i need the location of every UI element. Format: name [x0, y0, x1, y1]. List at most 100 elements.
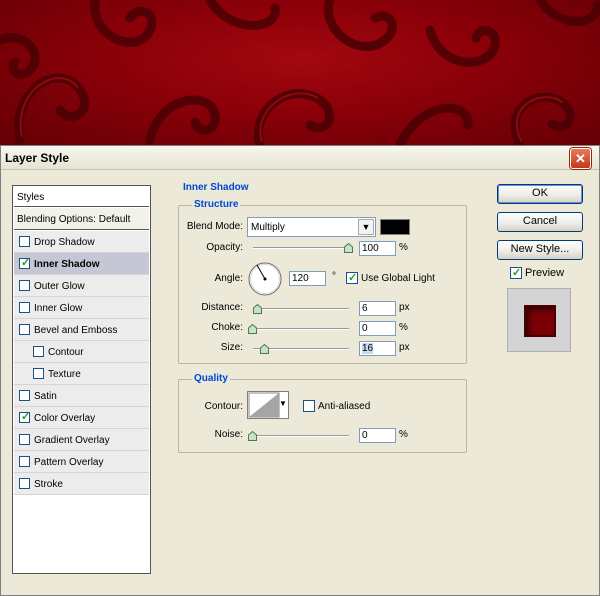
style-item-label: Satin: [34, 391, 57, 402]
style-item-checkbox[interactable]: [19, 302, 30, 313]
angle-dial[interactable]: [247, 261, 283, 297]
use-global-light-label: Use Global Light: [361, 273, 435, 284]
style-item-label: Gradient Overlay: [34, 435, 110, 446]
style-item-label: Inner Shadow: [34, 259, 100, 270]
noise-slider-track[interactable]: [253, 435, 349, 437]
noise-unit: %: [399, 429, 408, 440]
ok-button[interactable]: OK: [497, 184, 583, 204]
checkmark-icon: ✓: [21, 257, 31, 269]
anti-aliased-checkbox[interactable]: [303, 400, 315, 412]
style-item-checkbox[interactable]: [19, 236, 30, 247]
size-input-value: 16: [362, 343, 374, 354]
style-item-checkbox[interactable]: ✓: [19, 411, 31, 423]
cancel-button[interactable]: Cancel: [497, 212, 583, 232]
style-item-label: Texture: [48, 369, 81, 380]
style-item-satin[interactable]: Satin: [14, 385, 149, 407]
style-preview-thumbnail: [507, 288, 571, 352]
style-item-checkbox[interactable]: [19, 390, 30, 401]
preview-checkbox[interactable]: ✓: [510, 267, 522, 279]
angle-input[interactable]: 120: [289, 271, 326, 286]
choke-input[interactable]: 0: [359, 321, 396, 336]
size-slider-thumb[interactable]: [260, 344, 269, 354]
style-item-inner-glow[interactable]: Inner Glow: [14, 297, 149, 319]
style-item-inner-shadow[interactable]: ✓ Inner Shadow: [14, 253, 149, 275]
shadow-color-swatch[interactable]: [380, 219, 410, 235]
choke-label: Choke:: [211, 322, 243, 333]
contour-label: Contour:: [204, 401, 243, 412]
style-item-checkbox[interactable]: [33, 346, 44, 357]
swirl-pattern-decoration: [0, 0, 600, 145]
choke-unit: %: [399, 322, 408, 333]
style-item-checkbox[interactable]: [19, 280, 30, 291]
style-item-label: Pattern Overlay: [34, 457, 104, 468]
style-item-checkbox[interactable]: [19, 456, 30, 467]
styles-header[interactable]: Styles: [14, 187, 149, 207]
close-icon[interactable]: ✕: [570, 148, 591, 169]
style-item-checkbox[interactable]: [19, 324, 30, 335]
size-label: Size:: [220, 342, 243, 353]
blending-options-label: Blending Options: Default: [17, 214, 131, 225]
new-style-button[interactable]: New Style...: [497, 240, 583, 260]
distance-slider-thumb[interactable]: [253, 304, 262, 314]
structure-legend: Structure: [192, 199, 241, 210]
style-item-label: Drop Shadow: [34, 237, 95, 248]
styles-header-label: Styles: [17, 192, 45, 203]
contour-dropdown-arrow-icon: ▼: [279, 399, 287, 408]
quality-legend: Quality: [192, 373, 230, 384]
section-title-inner-shadow: Inner Shadow: [181, 182, 251, 193]
distance-unit: px: [399, 302, 410, 313]
blend-mode-value: Multiply: [251, 222, 285, 233]
style-item-label: Bevel and Emboss: [34, 325, 118, 336]
preview-swatch: [524, 305, 556, 337]
quality-group: [178, 379, 467, 453]
style-item-label: Outer Glow: [34, 281, 85, 292]
checkmark-icon: ✓: [512, 267, 522, 279]
chevron-down-icon: ▼: [358, 219, 374, 235]
style-item-checkbox[interactable]: ✓: [19, 257, 31, 269]
contour-picker[interactable]: ▼: [247, 391, 289, 419]
noise-input[interactable]: 0: [359, 428, 396, 443]
opacity-slider-track[interactable]: [253, 247, 349, 249]
style-item-pattern-overlay[interactable]: Pattern Overlay: [14, 451, 149, 473]
size-input[interactable]: 16: [359, 341, 396, 356]
anti-aliased-label: Anti-aliased: [318, 401, 371, 412]
layer-style-dialog: Layer Style ✕ Styles Blending Options: D…: [0, 145, 600, 596]
title-bar[interactable]: Layer Style ✕: [1, 146, 599, 170]
style-item-label: Contour: [48, 347, 84, 358]
noise-slider-thumb[interactable]: [248, 431, 257, 441]
style-item-label: Inner Glow: [34, 303, 83, 314]
style-item-outer-glow[interactable]: Outer Glow: [14, 275, 149, 297]
distance-label: Distance:: [201, 302, 243, 313]
blend-mode-label: Blend Mode:: [186, 221, 243, 232]
checkmark-icon: ✓: [21, 411, 31, 423]
style-item-drop-shadow[interactable]: Drop Shadow: [14, 231, 149, 253]
distance-slider-track[interactable]: [253, 308, 349, 310]
style-item-checkbox[interactable]: [33, 368, 44, 379]
distance-input[interactable]: 6: [359, 301, 396, 316]
opacity-input[interactable]: 100: [359, 241, 396, 256]
style-item-label: Stroke: [34, 479, 63, 490]
style-item-checkbox[interactable]: [19, 478, 30, 489]
size-unit: px: [399, 342, 410, 353]
use-global-light-checkbox[interactable]: ✓: [346, 272, 358, 284]
styles-list-panel: Styles Blending Options: Default Drop Sh…: [12, 185, 151, 574]
angle-unit: °: [332, 271, 336, 282]
opacity-slider-thumb[interactable]: [344, 243, 353, 253]
blend-mode-select[interactable]: Multiply ▼: [247, 217, 376, 237]
style-item-contour[interactable]: Contour: [14, 341, 149, 363]
choke-slider-thumb[interactable]: [248, 324, 257, 334]
style-item-texture[interactable]: Texture: [14, 363, 149, 385]
blending-options-item[interactable]: Blending Options: Default: [14, 208, 149, 230]
canvas-background: [0, 0, 600, 145]
checkmark-icon: ✓: [348, 272, 358, 284]
angle-label: Angle:: [214, 273, 243, 284]
style-item-label: Color Overlay: [34, 413, 96, 424]
noise-label: Noise:: [214, 429, 243, 440]
style-item-gradient-overlay[interactable]: Gradient Overlay: [14, 429, 149, 451]
choke-slider-track[interactable]: [253, 328, 349, 330]
style-item-checkbox[interactable]: [19, 434, 30, 445]
style-item-bevel-and-emboss[interactable]: Bevel and Emboss: [14, 319, 149, 341]
style-item-stroke[interactable]: Stroke: [14, 473, 149, 495]
style-item-color-overlay[interactable]: ✓ Color Overlay: [14, 407, 149, 429]
preview-label: Preview: [525, 267, 565, 279]
